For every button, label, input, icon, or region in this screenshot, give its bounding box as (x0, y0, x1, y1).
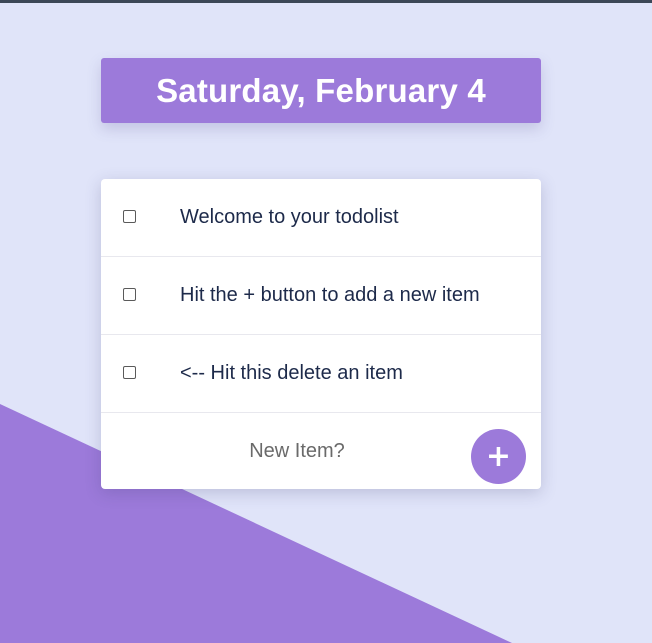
date-banner: Saturday, February 4 (101, 58, 541, 123)
add-item-button[interactable]: + (471, 429, 526, 484)
todo-checkbox[interactable] (123, 366, 136, 379)
new-item-row: + (101, 413, 541, 489)
todo-item: Hit the + button to add a new item (101, 257, 541, 335)
window-top-bar (0, 0, 652, 3)
todo-item: <-- Hit this delete an item (101, 335, 541, 413)
todo-text: <-- Hit this delete an item (180, 362, 403, 384)
new-item-input[interactable] (101, 413, 493, 489)
date-title: Saturday, February 4 (156, 71, 486, 109)
todo-text: Hit the + button to add a new item (180, 284, 480, 306)
todo-checkbox[interactable] (123, 288, 136, 301)
todo-checkbox[interactable] (123, 210, 136, 223)
todo-card: Welcome to your todolist Hit the + butto… (101, 179, 541, 489)
todo-text: Welcome to your todolist (180, 206, 399, 228)
todo-item: Welcome to your todolist (101, 179, 541, 257)
